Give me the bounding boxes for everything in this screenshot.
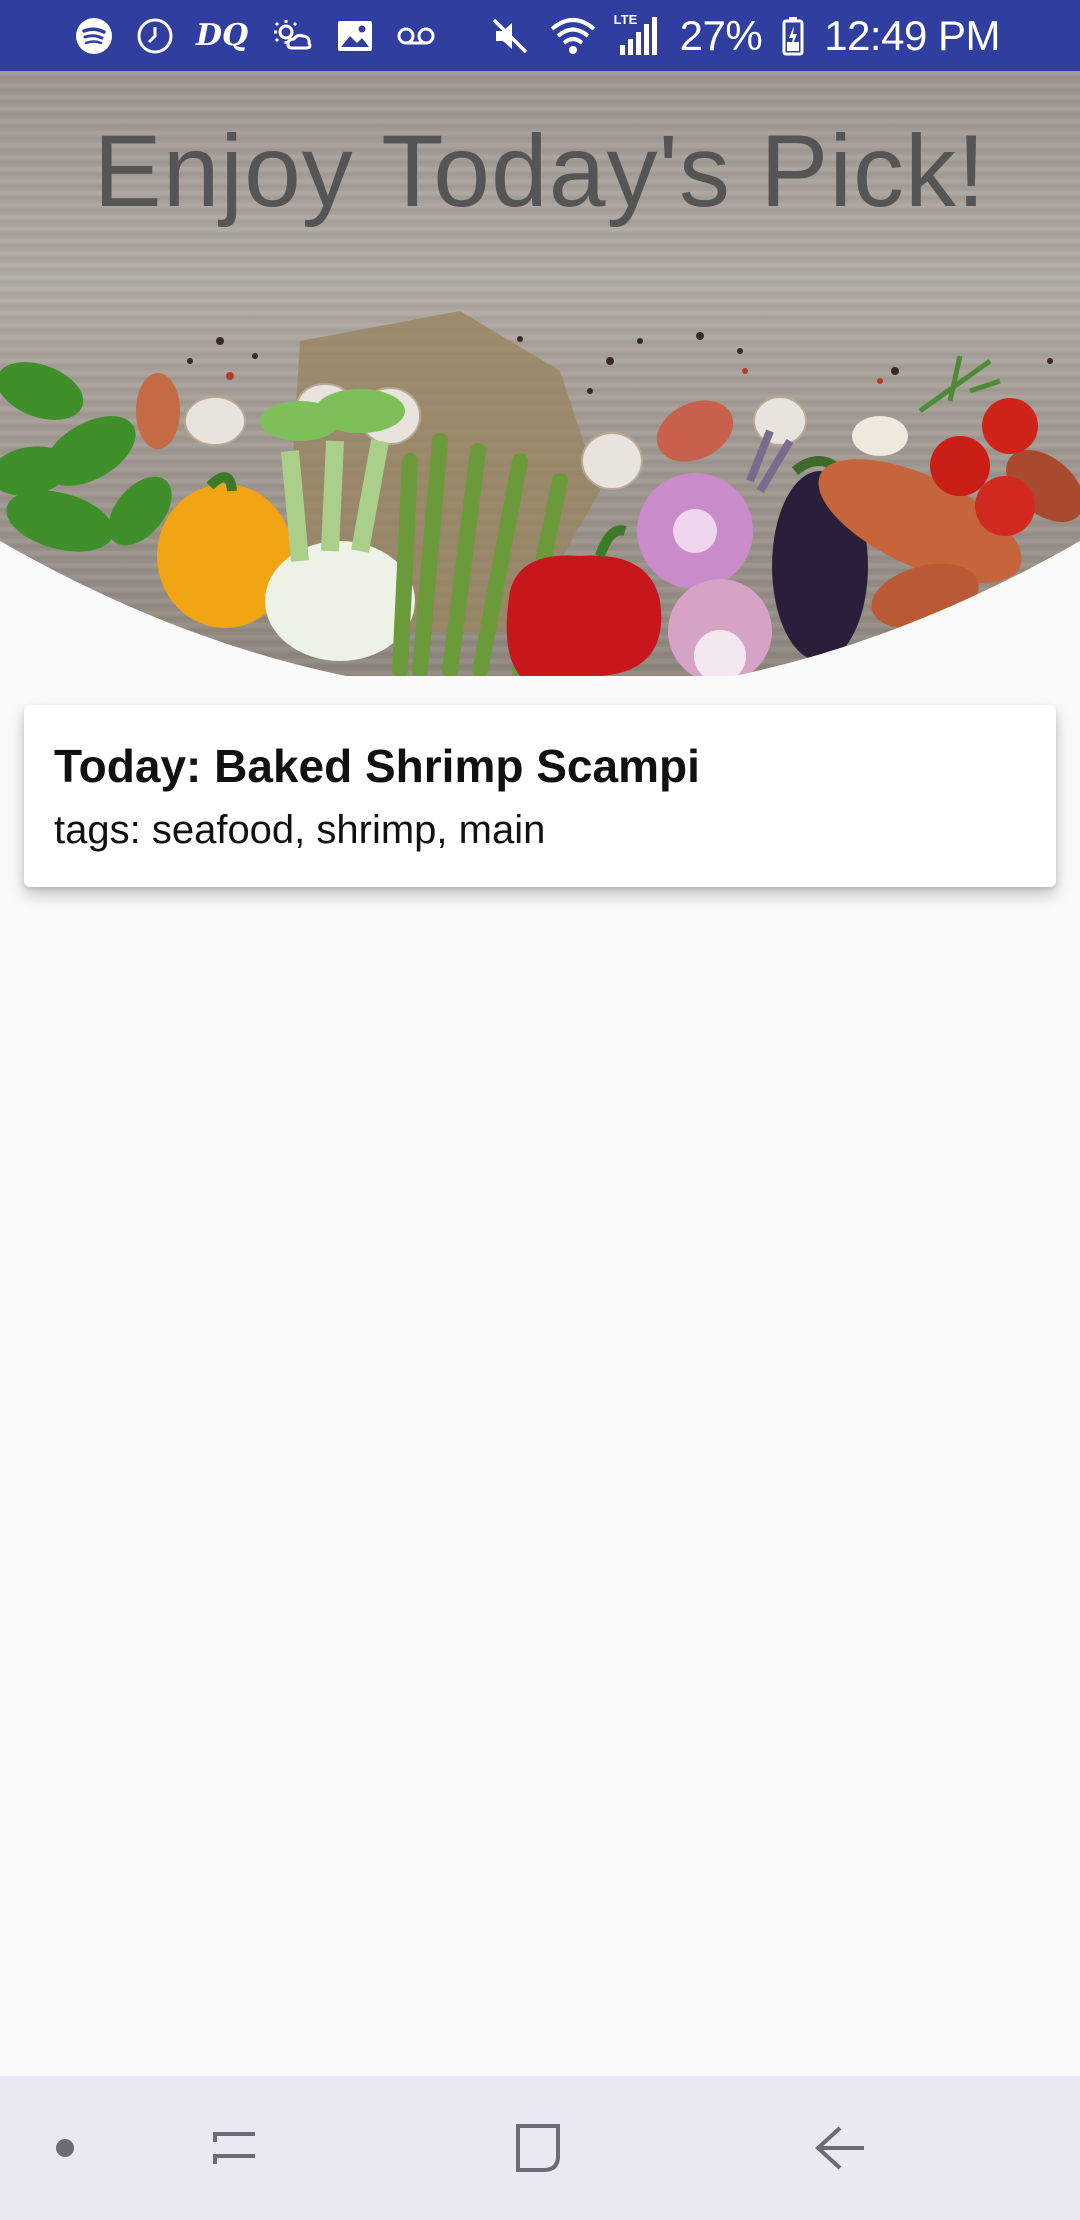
lte-signal-icon: LTE: [614, 12, 660, 56]
home-icon[interactable]: [498, 2076, 578, 2220]
recipe-title: Today: Baked Shrimp Scampi: [54, 740, 700, 792]
todays-pick-card[interactable]: Today: Baked Shrimp Scampi tags: seafood…: [24, 705, 1056, 887]
dot-icon[interactable]: [30, 2076, 100, 2220]
battery-percent: 27%: [679, 11, 763, 59]
battery-icon: [782, 16, 804, 56]
header-banner: Enjoy Today's Pick!: [0, 71, 1080, 676]
lte-label: LTE: [613, 11, 638, 27]
wifi-icon: [550, 16, 596, 56]
clock-time: 12:49 PM: [824, 11, 1000, 59]
dq-icon: DQ: [196, 18, 249, 53]
weather-icon: [270, 16, 314, 56]
mute-icon: [490, 16, 530, 56]
back-icon[interactable]: [800, 2076, 880, 2220]
spotify-icon: [74, 16, 114, 56]
recipe-tags: tags: seafood, shrimp, main: [54, 807, 546, 852]
clock-icon: [136, 16, 174, 56]
voicemail-icon: [396, 16, 436, 56]
image-icon: [336, 16, 374, 56]
vegetables-image: [0, 311, 1080, 676]
recents-icon[interactable]: [195, 2076, 275, 2220]
status-bar: DQ LTE 27% 12:49 PM: [0, 0, 1080, 71]
navigation-bar: [0, 2076, 1080, 2220]
